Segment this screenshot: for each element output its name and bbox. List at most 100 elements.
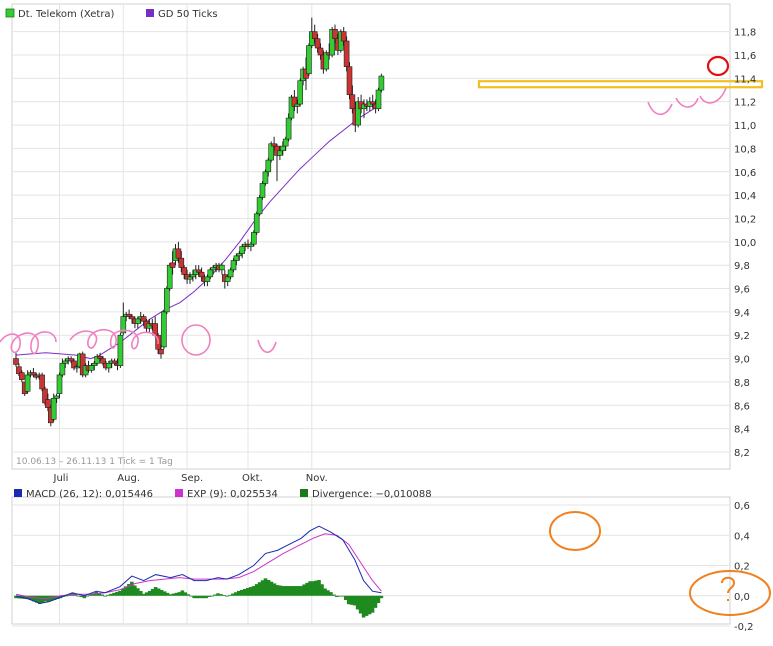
macd-y-tick: -0,2 [734, 622, 754, 633]
candle-body-up [135, 318, 141, 324]
candle-body-down [346, 66, 353, 96]
candle-body-up [251, 232, 257, 245]
price-y-tick: 10,6 [734, 168, 756, 179]
macd-legend: MACD (26, 12): 0,015446 EXP (9): 0,02553… [14, 489, 432, 500]
divergence-bar [85, 595, 90, 597]
candle-body-up [53, 395, 60, 399]
candle-body-up [187, 276, 193, 280]
price-y-tick: 11,8 [734, 28, 756, 39]
macd-y-tick: 0,0 [734, 592, 750, 603]
candle-body-down [111, 360, 118, 364]
candle [39, 372, 45, 392]
candle [219, 262, 225, 275]
candle-body-up [227, 269, 234, 278]
ma50-line [15, 103, 382, 360]
price-y-tick: 8,6 [734, 401, 750, 412]
candle [274, 143, 280, 182]
price-y-tick: 9,0 [734, 355, 750, 366]
candle [297, 78, 304, 107]
candle-body-up [378, 75, 385, 91]
candlesticks [13, 17, 385, 427]
handdrawn-red-circle [706, 55, 730, 77]
candle-body-up [233, 255, 240, 261]
divergence-bars [14, 578, 384, 618]
candle-body-up [224, 276, 231, 282]
candle-body-down [181, 267, 187, 275]
candle-body-up [259, 183, 266, 198]
legend-macd: MACD (26, 12): 0,015446 [26, 489, 153, 500]
price-gridlines [12, 4, 730, 469]
handdrawn-swoosh [675, 97, 699, 108]
candle-body-down [332, 29, 338, 39]
resistance-band [477, 80, 764, 89]
candle-body-up [117, 334, 124, 366]
candle-body-up [277, 150, 283, 156]
chart-canvas: 8,2 8,4 8,6 8,8 9,0 9,2 9,4 9,6 9,8 10,0 10,2 10,4 1… [0, 3, 771, 633]
price-y-tick: 9,8 [734, 261, 750, 272]
legend-exp: EXP (9): 0,025534 [187, 489, 278, 500]
candle-body-up [204, 276, 211, 282]
candle-body-up [166, 264, 173, 289]
candle [378, 73, 385, 93]
price-y-tick: 10,4 [734, 191, 756, 202]
divergence-bar [222, 594, 226, 596]
divergence-bar [225, 595, 229, 597]
divergence-bar [332, 594, 336, 596]
candle-body-up [210, 267, 216, 271]
candle-body-down [45, 399, 51, 408]
candle [253, 211, 260, 235]
candle-body-up [239, 246, 245, 254]
candle-body-up [62, 360, 69, 364]
candle-body-down [68, 358, 74, 362]
price-y-tick: 10,0 [734, 238, 756, 249]
price-plot-frame [11, 3, 731, 470]
candle-body-down [140, 316, 147, 322]
candle [346, 62, 353, 100]
candle-body-up [253, 213, 260, 233]
handdrawn-swoosh [699, 87, 727, 104]
price-legend: Dt. Telekom (Xetra) GD 50 Ticks [5, 8, 218, 20]
candle [259, 181, 266, 200]
candle-body-down [175, 248, 182, 259]
x-tick-label: Okt. [242, 473, 263, 484]
price-y-axis: 8,2 8,4 8,6 8,8 9,0 9,2 9,4 9,6 9,8 10,0 10,2 10,4 1… [734, 28, 756, 459]
x-tick-label: Juli [53, 473, 69, 484]
candle-body-up [306, 45, 312, 75]
macd-y-tick: 0,2 [734, 562, 750, 573]
candle-body-up [50, 397, 57, 420]
candle-body-up [230, 260, 237, 271]
divergence-bar [186, 594, 191, 596]
price-y-tick: 8,8 [734, 378, 750, 389]
price-y-tick: 11,2 [734, 98, 756, 109]
price-y-tick: 10,8 [734, 144, 756, 155]
candle-body-up [59, 362, 66, 376]
candle-body-up [285, 117, 292, 140]
candle-body-down [314, 38, 321, 49]
candle-body-down [317, 47, 324, 56]
price-y-tick: 10,2 [734, 214, 756, 225]
candle [187, 272, 193, 284]
candle [256, 195, 263, 217]
price-y-tick: 11,4 [734, 74, 756, 85]
divergence-bar [379, 595, 384, 599]
candle-body-down [100, 358, 106, 364]
divergence-bar [103, 595, 107, 597]
date-range-footer: 10.06.13 – 26.11.13 1 Tick = 1 Tag [16, 457, 173, 467]
price-y-tick: 8,4 [734, 425, 750, 436]
candle-body-up [91, 362, 98, 366]
resistance-rectangle [477, 80, 764, 89]
candle-body-up [262, 171, 269, 184]
price-y-tick: 9,6 [734, 285, 750, 296]
candle-body-down [343, 40, 350, 68]
handdrawn-swoosh [647, 101, 673, 116]
candle [375, 87, 382, 112]
candle [161, 309, 167, 350]
candle-body-up [88, 365, 95, 371]
candle [56, 372, 63, 399]
price-y-tick: 8,2 [734, 448, 750, 459]
candle-body-up [256, 197, 263, 215]
candle-body-up [164, 288, 170, 313]
candle-body-up [294, 103, 301, 107]
price-y-tick: 9,4 [734, 308, 750, 319]
candle-body-up [207, 269, 214, 278]
